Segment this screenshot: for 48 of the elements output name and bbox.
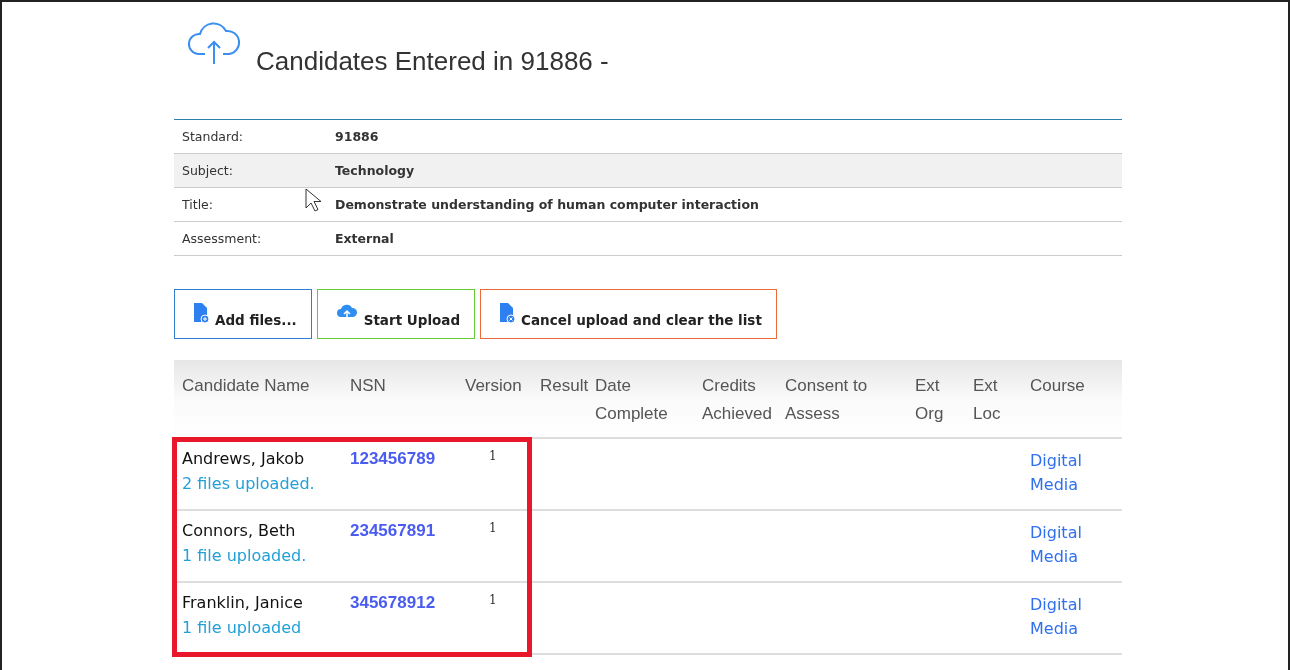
course-link[interactable]: Digital bbox=[1030, 593, 1082, 617]
upload-status: 2 files uploaded. bbox=[182, 474, 315, 493]
nsn-link[interactable]: 234567891 bbox=[350, 521, 436, 541]
column-header: Credits bbox=[702, 375, 756, 397]
info-label: Standard: bbox=[182, 129, 244, 144]
column-header: Achieved bbox=[702, 403, 772, 425]
candidate-name: Franklin, Janice bbox=[182, 593, 303, 612]
column-header: Ext bbox=[915, 375, 940, 397]
nsn-link[interactable]: 123456789 bbox=[350, 449, 436, 469]
column-header: Version bbox=[465, 375, 522, 397]
info-value: 91886 bbox=[335, 129, 379, 144]
info-value: Demonstrate understanding of human computer interaction bbox=[335, 197, 759, 212]
nsn-link[interactable]: 345678912 bbox=[350, 593, 436, 613]
column-header: Candidate Name bbox=[182, 375, 310, 397]
column-header: Loc bbox=[973, 403, 1001, 425]
upload-status: 1 file uploaded. bbox=[182, 546, 307, 565]
candidate-name: Andrews, Jakob bbox=[182, 449, 305, 468]
column-header: Date bbox=[595, 375, 631, 397]
course-link[interactable]: Digital bbox=[1030, 521, 1082, 545]
info-label: Title: bbox=[182, 197, 213, 212]
course-link[interactable]: Media bbox=[1030, 617, 1079, 641]
version-number: 1 bbox=[489, 521, 497, 535]
course-link[interactable]: Digital bbox=[1030, 449, 1082, 473]
column-header: Course bbox=[1030, 375, 1085, 397]
add-files-button[interactable]: Add files... bbox=[174, 289, 312, 339]
file-remove-icon bbox=[499, 302, 516, 324]
course-link[interactable]: Media bbox=[1030, 473, 1079, 497]
start-upload-button[interactable]: Start Upload bbox=[316, 289, 476, 339]
cancel-upload-button[interactable]: Cancel upload and clear the list bbox=[480, 289, 777, 339]
file-add-icon bbox=[193, 302, 209, 324]
candidate-name: Connors, Beth bbox=[182, 521, 296, 540]
page-title: Candidates Entered in 91886 - bbox=[256, 46, 609, 77]
version-number: 1 bbox=[489, 449, 497, 463]
column-header: Assess bbox=[785, 403, 840, 425]
upload-status: 1 file uploaded bbox=[182, 618, 302, 637]
column-header: Complete bbox=[595, 403, 668, 425]
info-label: Assessment: bbox=[182, 231, 262, 246]
info-label: Subject: bbox=[182, 163, 233, 178]
column-header: NSN bbox=[350, 375, 386, 397]
column-header: Result bbox=[540, 375, 589, 397]
info-value: Technology bbox=[335, 163, 415, 178]
cloud-upload-icon bbox=[186, 22, 242, 64]
version-number: 1 bbox=[489, 593, 497, 607]
column-header: Org bbox=[915, 403, 944, 425]
column-header: Consent to bbox=[785, 375, 868, 397]
course-link[interactable]: Media bbox=[1030, 545, 1079, 569]
column-header: Ext bbox=[973, 375, 998, 397]
info-value: External bbox=[335, 231, 394, 246]
